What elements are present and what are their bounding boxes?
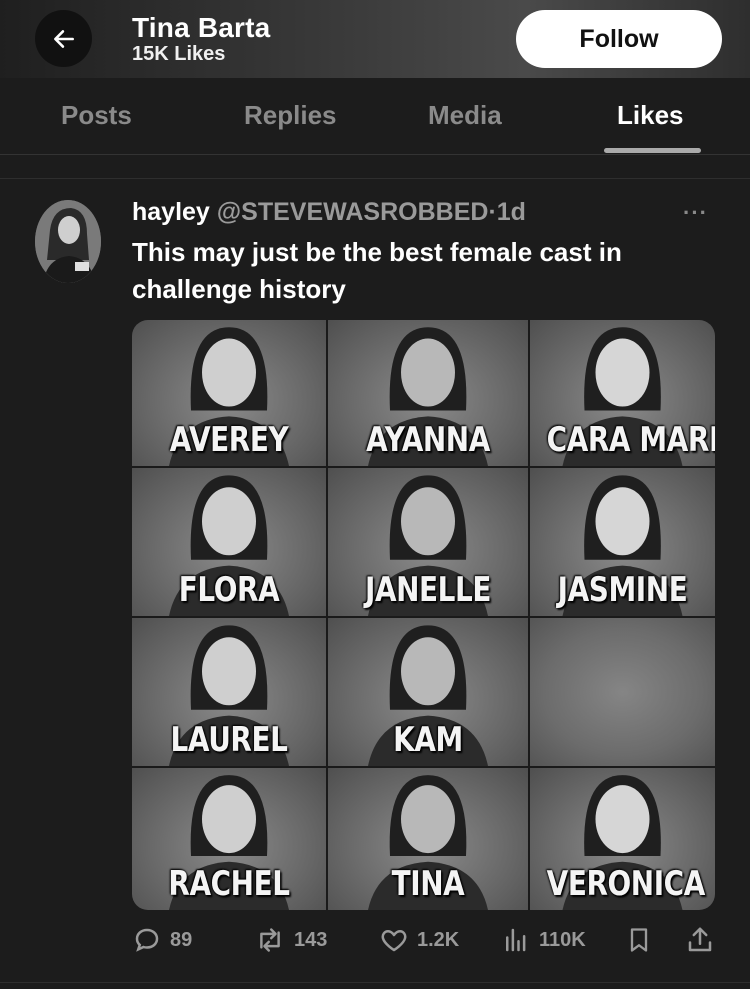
tweet-text: This may just be the best female cast in…	[132, 237, 622, 304]
tweet-actions: 89 143 1.2K 110K	[132, 925, 715, 961]
repost-count: 143	[294, 928, 328, 951]
arrow-left-icon	[53, 29, 74, 48]
cast-name-label: JASMINE	[557, 570, 688, 610]
cast-grid: AVEREY AYANNA CARA MARIA FLORA JANELLE JASMIN…	[132, 320, 715, 910]
like-button[interactable]: 1.2K	[379, 925, 459, 955]
cast-name-label: VERONICA	[546, 864, 706, 904]
profile-likes-count: 15K Likes	[132, 43, 226, 65]
more-options-button[interactable]: ···	[683, 200, 708, 226]
tab-replies[interactable]: Replies	[244, 100, 337, 131]
tweet-author-line: hayley @STEVEWASROBBED·1d	[132, 198, 526, 227]
cast-photo-cell: RACHEL	[132, 768, 326, 910]
tab-likes[interactable]: Likes	[617, 100, 684, 131]
cast-photo-cell: CARA MARIA	[530, 320, 715, 466]
reply-count: 89	[170, 928, 193, 951]
cast-name-label: JANELLE	[364, 570, 492, 610]
divider	[0, 178, 750, 179]
profile-header: Tina Barta 15K Likes Follow	[0, 0, 750, 78]
avatar-photo	[35, 200, 101, 283]
tab-media[interactable]: Media	[428, 100, 502, 131]
profile-name: Tina Barta	[132, 12, 271, 43]
cast-name-label: TINA	[391, 864, 465, 904]
cast-photo-cell: AVEREY	[132, 320, 326, 466]
cast-photo-cell: JANELLE	[328, 468, 528, 616]
reply-button[interactable]: 89	[132, 925, 192, 955]
bookmark-icon	[630, 928, 648, 952]
cast-name-label: RACHEL	[168, 864, 290, 904]
bookmark-button[interactable]	[625, 925, 661, 955]
views-button[interactable]: 110K	[501, 925, 586, 955]
cast-photo-cell: VERONICA	[530, 768, 715, 910]
cast-name-label: LAUREL	[170, 720, 288, 760]
bar-chart-icon	[506, 928, 526, 952]
profile-tabs: Posts Replies Media Likes	[0, 78, 750, 155]
repost-icon	[260, 928, 280, 952]
cast-name-label: AVEREY	[169, 420, 289, 460]
cast-name-label: AYANNA	[366, 420, 490, 460]
cast-photo-cell: FLORA	[132, 468, 326, 616]
follow-button[interactable]: Follow	[516, 10, 722, 68]
share-icon	[688, 927, 712, 952]
cast-name-label: CARA MARIA	[546, 420, 715, 460]
divider	[0, 982, 750, 983]
separator-dot: ·	[488, 198, 497, 226]
author-name[interactable]: hayley	[132, 198, 210, 226]
share-button[interactable]	[685, 925, 723, 955]
author-handle[interactable]: @STEVEWASROBBED	[217, 198, 489, 226]
cast-name-label: KAM	[393, 720, 463, 760]
cast-photo-cell: AYANNA	[328, 320, 528, 466]
active-tab-indicator	[604, 148, 701, 153]
views-count: 110K	[539, 928, 586, 951]
tab-posts[interactable]: Posts	[61, 100, 132, 131]
cast-photo-cell: JASMINE	[530, 468, 715, 616]
like-count: 1.2K	[417, 928, 460, 951]
cast-name-label: FLORA	[178, 570, 280, 610]
tweet-time[interactable]: 1d	[497, 198, 526, 226]
comment-icon	[135, 928, 159, 952]
repost-button[interactable]: 143	[254, 925, 327, 955]
cast-photo-cell: LAUREL	[132, 618, 326, 766]
cast-photo-cell: KAM	[328, 618, 528, 766]
heart-icon	[381, 930, 407, 952]
tweet-media-image[interactable]: AVEREY AYANNA CARA MARIA FLORA JANELLE JASMIN…	[132, 320, 715, 910]
avatar[interactable]	[35, 200, 101, 283]
cast-photo-cell: TINA	[328, 768, 528, 910]
back-button[interactable]	[35, 10, 92, 67]
cast-photo-cell	[530, 618, 715, 766]
